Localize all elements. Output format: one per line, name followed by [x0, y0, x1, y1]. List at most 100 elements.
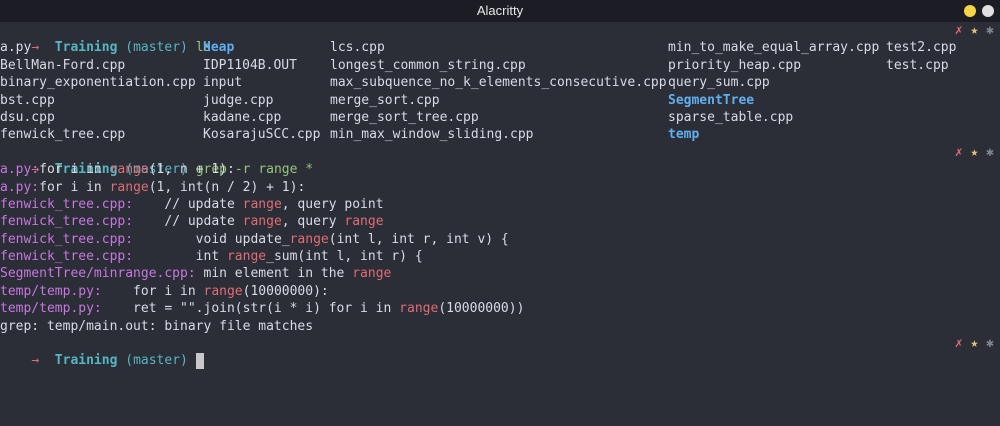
- grep-file: fenwick_tree.cpp:: [0, 249, 134, 265]
- grep-text: (10000000):: [242, 283, 329, 299]
- ls-entry: dsu.cpp: [0, 109, 55, 125]
- window-title: Alacritty: [476, 3, 524, 18]
- grep-file: fenwick_tree.cpp:: [0, 231, 134, 247]
- grep-file: fenwick_tree.cpp:: [0, 196, 134, 212]
- ls-entry: SegmentTree: [668, 92, 755, 108]
- prompt-arrow-icon: →: [31, 353, 40, 369]
- grep-text: for i in: [39, 179, 110, 195]
- grep-text: , query point: [281, 196, 384, 212]
- grep-text: min element in the: [195, 266, 353, 282]
- prompt-status: ✗ ★ ✱: [955, 144, 994, 161]
- grep-line: fenwick_tree.cpp: int range_sum(int l, i…: [0, 248, 1000, 265]
- ls-entry: longest_common_string.cpp: [330, 57, 526, 73]
- grep-file: SegmentTree/minrange.cpp:: [0, 266, 196, 282]
- grep-match: range: [109, 162, 149, 178]
- grep-match: range: [242, 214, 282, 230]
- grep-text: (1, int(n / 2) + 1):: [148, 179, 306, 195]
- ls-entry: a.py: [0, 40, 32, 56]
- grep-text: (10000000)): [438, 301, 525, 317]
- grep-match: range: [242, 196, 282, 212]
- ls-entry: input: [203, 75, 243, 91]
- grep-match: range: [109, 179, 149, 195]
- ls-entry: test.cpp: [886, 57, 949, 73]
- grep-text: , query: [281, 214, 345, 230]
- ls-row: BellMan-Ford.cpp IDP1104B.OUT longest_co…: [0, 57, 1000, 74]
- ls-entry: merge_sort_tree.cpp: [330, 109, 479, 125]
- ls-entry: merge_sort.cpp: [330, 92, 440, 108]
- grep-line: temp/temp.py: ret = "".join(str(i * i) f…: [0, 300, 1000, 317]
- grep-binary-message: grep: temp/main.out: binary file matches: [0, 318, 314, 334]
- ls-entry: KosarajuSCC.cpp: [203, 127, 321, 143]
- prompt-dir: Training: [54, 353, 118, 369]
- ls-row: a.py Heap lcs.cpp min_to_make_equal_arra…: [0, 39, 1000, 56]
- asterisk-icon: ✱: [986, 144, 994, 160]
- grep-text: // update: [133, 214, 243, 230]
- ls-entry: IDP1104B.OUT: [203, 57, 297, 73]
- grep-text: void update_: [133, 231, 290, 247]
- star-icon: ★: [970, 144, 979, 160]
- ls-entry: sparse_table.cpp: [668, 109, 794, 125]
- star-icon: ★: [970, 23, 979, 38]
- ls-entry: lcs.cpp: [330, 40, 385, 56]
- grep-line: temp/temp.py: for i in range(10000000):: [0, 283, 1000, 300]
- ls-entry: priority_heap.cpp: [668, 57, 802, 73]
- grep-text: for i in: [101, 283, 204, 299]
- error-icon: ✗: [954, 23, 963, 38]
- prompt-line: → Training (master) ✗ ★ ✱: [0, 335, 1000, 369]
- grep-match: range: [289, 231, 329, 247]
- grep-file: temp/temp.py:: [0, 283, 102, 299]
- grep-line: fenwick_tree.cpp: // update range, query…: [0, 196, 1000, 213]
- ls-entry: bst.cpp: [0, 92, 55, 108]
- ls-entry: temp: [668, 127, 700, 143]
- prompt-status: ✗ ★ ✱: [955, 335, 994, 352]
- star-icon: ★: [970, 336, 979, 352]
- grep-match: range: [203, 283, 243, 299]
- ls-entry: min_to_make_equal_array.cpp: [668, 40, 880, 56]
- grep-line: fenwick_tree.cpp: // update range, query…: [0, 213, 1000, 230]
- grep-match: range: [226, 249, 267, 265]
- ls-entry: max_subquence_no_k_elements_consecutive.…: [330, 75, 667, 91]
- error-icon: ✗: [954, 144, 963, 160]
- grep-text: _sum(int l, int r) {: [266, 249, 423, 265]
- ls-entry: judge.cpp: [203, 92, 274, 108]
- grep-line: a.py:for i in range(1, int(n / 2) + 1):: [0, 179, 1000, 196]
- grep-text: (int l, int r, int v) {: [328, 231, 509, 247]
- prompt-status: ✗ ★ ✱: [955, 22, 994, 39]
- error-icon: ✗: [954, 336, 963, 352]
- grep-line: a.py:for i in range(1, n + 1):: [0, 161, 1000, 178]
- grep-text: (1, n + 1):: [148, 162, 235, 178]
- ls-entry: min_max_window_sliding.cpp: [330, 127, 534, 143]
- prompt-line: → Training (master) grep -r range * ✗ ★ …: [0, 144, 1000, 177]
- terminal-body[interactable]: → Training (master) ls ✗ ★ ✱ a.py Heap l…: [0, 22, 1000, 369]
- grep-text: for i in: [39, 162, 110, 178]
- grep-match: range: [352, 266, 392, 282]
- window-titlebar: Alacritty: [0, 0, 1000, 22]
- ls-entry: kadane.cpp: [203, 109, 282, 125]
- minimize-button[interactable]: [964, 5, 976, 17]
- ls-entry: binary_exponentiation.cpp: [0, 75, 196, 91]
- grep-text: ret = "".join(str(i * i) for i in: [101, 301, 400, 317]
- grep-file: a.py:: [0, 162, 40, 178]
- ls-entry: BellMan-Ford.cpp: [0, 57, 126, 73]
- ls-entry: Heap: [203, 40, 235, 56]
- ls-row: fenwick_tree.cpp KosarajuSCC.cpp min_max…: [0, 126, 1000, 143]
- grep-file: fenwick_tree.cpp:: [0, 214, 134, 230]
- grep-match: range: [399, 301, 439, 317]
- ls-row: binary_exponentiation.cpp input max_subq…: [0, 74, 1000, 91]
- maximize-button[interactable]: [982, 5, 994, 17]
- ls-row: bst.cpp judge.cpp merge_sort.cpp Segment…: [0, 92, 1000, 109]
- asterisk-icon: ✱: [986, 336, 994, 352]
- asterisk-icon: ✱: [986, 23, 994, 38]
- window-buttons: [964, 5, 994, 17]
- ls-entry: fenwick_tree.cpp: [0, 127, 126, 143]
- grep-text: int: [133, 249, 227, 265]
- grep-line: SegmentTree/minrange.cpp: min element in…: [0, 265, 1000, 282]
- terminal-cursor[interactable]: [195, 352, 204, 369]
- grep-file: temp/temp.py:: [0, 301, 102, 317]
- ls-entry: query_sum.cpp: [668, 75, 770, 91]
- ls-entry: test2.cpp: [886, 40, 957, 56]
- grep-line: fenwick_tree.cpp: void update_range(int …: [0, 231, 1000, 248]
- prompt-branch: (master): [125, 353, 188, 369]
- grep-text: // update: [133, 196, 243, 212]
- grep-match: range: [344, 214, 384, 230]
